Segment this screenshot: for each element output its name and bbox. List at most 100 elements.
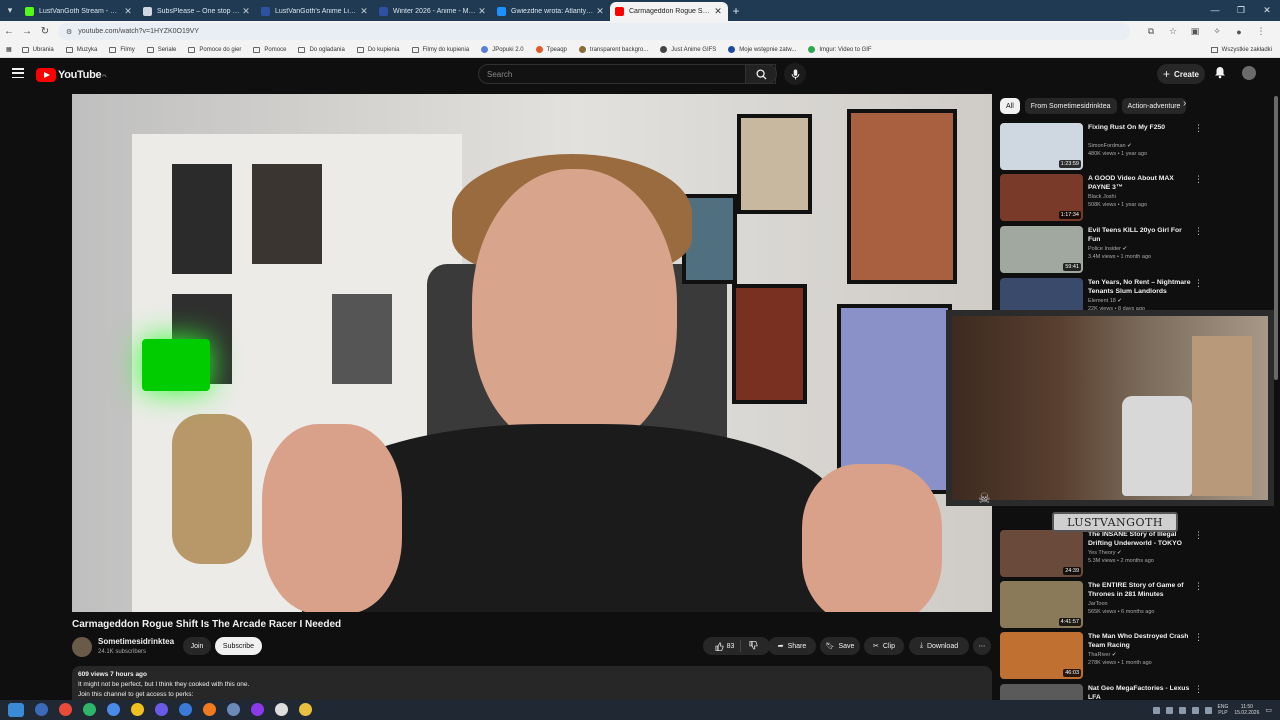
bookmark-item[interactable]: Do ogladania — [298, 46, 345, 53]
video-options-icon[interactable]: ⋮ — [1194, 278, 1203, 289]
recommended-channel[interactable]: Black Joshi — [1088, 194, 1116, 200]
recommended-channel[interactable]: JarToon — [1088, 601, 1108, 607]
browser-tab[interactable]: LustVanGoth Stream - Watch L✕ — [20, 2, 138, 21]
recommended-video-title[interactable]: Evil Teens KILL 20yo Girl For Fun — [1088, 226, 1193, 244]
bookmark-item[interactable]: Moje wstępnie zatw... — [728, 46, 796, 53]
recommended-video-title[interactable]: A GOOD Video About MAX PAYNE 3™ — [1088, 174, 1193, 192]
extensions-puzzle-icon[interactable]: ✧ — [1206, 26, 1228, 37]
search-input[interactable]: Search — [478, 64, 776, 84]
url-field[interactable]: ⚙ youtube.com/watch?v=1HYZK0O19VY — [58, 23, 1130, 40]
browser-tab[interactable]: Gwiezdne wrota: Atlantyda / St✕ — [492, 2, 610, 21]
tab-close-icon[interactable]: ✕ — [477, 6, 487, 17]
video-thumbnail[interactable]: 24:39 — [1000, 530, 1083, 577]
tab-close-icon[interactable]: ✕ — [123, 6, 133, 17]
video-options-icon[interactable]: ⋮ — [1194, 581, 1203, 592]
bookmark-item[interactable]: Muzyka — [65, 46, 97, 53]
recommended-video[interactable]: 4:41:57 The ENTIRE Story of Game of Thron… — [1000, 581, 1205, 629]
all-bookmarks[interactable]: Wszystkie zakładki — [1210, 42, 1272, 58]
extension-icon[interactable]: ▣ — [1184, 26, 1206, 37]
tab-close-icon[interactable]: ✕ — [359, 6, 369, 17]
video-options-icon[interactable]: ⋮ — [1194, 123, 1203, 134]
more-actions-button[interactable]: ⋯ — [973, 637, 991, 655]
bookmark-item[interactable]: Filmy do kupienia — [411, 46, 469, 53]
video-thumbnail[interactable]: 1:17:34 — [1000, 174, 1083, 221]
forward-icon[interactable]: → — [18, 26, 36, 37]
channel-avatar[interactable] — [72, 637, 92, 657]
clip-button[interactable]: ✂ Clip — [864, 637, 904, 655]
video-options-icon[interactable]: ⋮ — [1194, 684, 1203, 695]
save-button[interactable]: 🔖︎ Save — [820, 637, 860, 655]
taskbar-app-icon[interactable] — [155, 703, 168, 716]
share-button[interactable]: ➦ Share — [768, 637, 816, 655]
bookmark-item[interactable]: Pomoce — [253, 46, 286, 53]
chevron-right-icon[interactable]: › — [1183, 98, 1186, 109]
bookmark-item[interactable]: transparent backgro... — [578, 46, 648, 53]
video-thumbnail[interactable]: 1:23:59 — [1000, 123, 1083, 170]
video-options-icon[interactable]: ⋮ — [1194, 174, 1203, 185]
browser-menu-icon[interactable]: ⋮ — [1250, 26, 1272, 37]
recommended-video-title[interactable]: Fixing Rust On My F250 — [1088, 123, 1193, 132]
browser-tab[interactable]: Carmageddon Rogue Shift Is Th✕ — [610, 2, 728, 21]
close-window-icon[interactable]: ✕ — [1254, 0, 1280, 21]
bookmark-item[interactable]: Filmy — [109, 46, 135, 53]
input-language[interactable]: ENG PLP — [1218, 704, 1229, 716]
browser-tab[interactable]: LustVanGoth's Anime List - My✕ — [256, 2, 374, 21]
recommended-video[interactable]: 1:23:59 Fixing Rust On My F250 SimonFordma… — [1000, 123, 1205, 171]
reload-icon[interactable]: ↻ — [36, 26, 54, 37]
recommended-video[interactable]: 24:39 The INSANE Story of Illegal Driftin… — [1000, 530, 1205, 578]
bookmark-item[interactable]: Ubrania — [21, 46, 54, 53]
recommended-video[interactable]: 59:41 Evil Teens KILL 20yo Girl For Fun Po… — [1000, 226, 1205, 274]
recommended-video-title[interactable]: Ten Years, No Rent – Nightmare Tenants S… — [1088, 278, 1193, 296]
back-icon[interactable]: ← — [0, 26, 18, 37]
filter-chip[interactable]: Action-adventure — [1121, 98, 1187, 114]
maximize-icon[interactable]: ❐ — [1228, 0, 1254, 21]
filter-chip[interactable]: From Sometimesidrinktea — [1024, 98, 1117, 114]
recommended-channel[interactable]: Police Insider ✔ — [1088, 246, 1127, 252]
minimize-icon[interactable]: — — [1202, 0, 1228, 21]
tab-close-icon[interactable]: ✕ — [241, 6, 251, 17]
video-thumbnail[interactable]: 4:41:57 — [1000, 581, 1083, 628]
taskbar-app-icon[interactable] — [59, 703, 72, 716]
volume-icon[interactable] — [1204, 706, 1212, 714]
video-options-icon[interactable]: ⋮ — [1194, 632, 1203, 643]
recommended-video[interactable]: 46:03 The Man Who Destroyed Crash Team Ra… — [1000, 632, 1205, 680]
tray-icon[interactable] — [1152, 706, 1160, 714]
taskbar-app-icon[interactable] — [179, 703, 192, 716]
bookmark-item[interactable]: Imgur: Video to GIF — [808, 46, 872, 53]
tab-search-icon[interactable]: ▾ — [0, 0, 20, 21]
video-thumbnail[interactable]: 59:41 — [1000, 226, 1083, 273]
apps-icon[interactable]: ▦ — [6, 46, 12, 53]
taskbar-app-icon[interactable] — [275, 703, 288, 716]
site-info-icon[interactable]: ⚙ — [66, 28, 72, 36]
taskbar-app-icon[interactable] — [131, 703, 144, 716]
profile-icon[interactable]: ● — [1228, 27, 1250, 37]
recommended-channel[interactable]: Element 18 ✔ — [1088, 298, 1122, 304]
dislike-button[interactable] — [745, 640, 758, 652]
notifications-icon[interactable] — [1214, 66, 1226, 84]
new-tab-button[interactable]: + — [728, 4, 744, 18]
tab-close-icon[interactable]: ✕ — [595, 6, 605, 17]
start-menu-icon[interactable] — [8, 703, 24, 717]
bookmark-item[interactable]: Do kupienia — [356, 46, 400, 53]
taskbar-app-icon[interactable] — [83, 703, 96, 716]
install-icon[interactable]: ⧉ — [1140, 26, 1162, 37]
video-options-icon[interactable]: ⋮ — [1194, 226, 1203, 237]
tray-icon[interactable] — [1165, 706, 1173, 714]
youtube-logo[interactable]: YouTube PL — [36, 68, 107, 82]
tray-icon[interactable] — [1178, 706, 1186, 714]
taskbar-app-icon[interactable] — [203, 703, 216, 716]
recommended-video[interactable]: 1:17:34 A GOOD Video About MAX PAYNE 3™ Bl… — [1000, 174, 1205, 222]
video-player[interactable] — [72, 94, 992, 612]
browser-tab[interactable]: Winter 2026 - Anime - MyAnim✕ — [374, 2, 492, 21]
browser-tab[interactable]: SubsPlease – One stop shop fo✕ — [138, 2, 256, 21]
voice-search-button[interactable] — [784, 63, 806, 85]
page-scrollbar[interactable] — [1274, 96, 1278, 380]
notifications-tray-icon[interactable]: ▭ — [1265, 706, 1272, 714]
download-button[interactable]: ⤓ Download — [909, 637, 969, 655]
taskbar-app-icon[interactable] — [299, 703, 312, 716]
bookmark-item[interactable]: Seriale — [146, 46, 176, 53]
bookmark-item[interactable]: JPopuki 2.0 — [481, 46, 524, 53]
bookmark-item[interactable]: Pomoce do gier — [188, 46, 241, 53]
taskbar-app-icon[interactable] — [227, 703, 240, 716]
join-button[interactable]: Join — [183, 637, 211, 655]
